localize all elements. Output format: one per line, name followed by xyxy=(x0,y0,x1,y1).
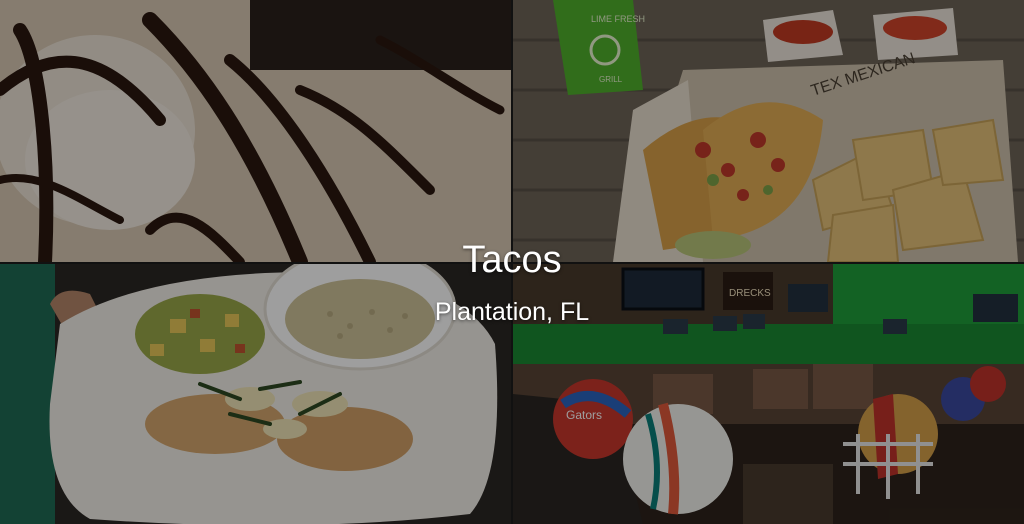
tacos-image: LIME FRESH GRILL TEX MEXICAN xyxy=(513,0,1024,262)
dessert-photo xyxy=(0,0,511,262)
helmet-logo: Gators xyxy=(566,408,602,422)
page-title: Tacos xyxy=(462,239,562,281)
dessert-image xyxy=(0,0,511,262)
location-subtitle: Plantation, FL xyxy=(434,298,590,326)
cup-text-2: GRILL xyxy=(599,75,623,84)
tacos-photo: LIME FRESH GRILL TEX MEXICAN xyxy=(513,0,1024,262)
cup-text: LIME FRESH xyxy=(591,14,645,24)
